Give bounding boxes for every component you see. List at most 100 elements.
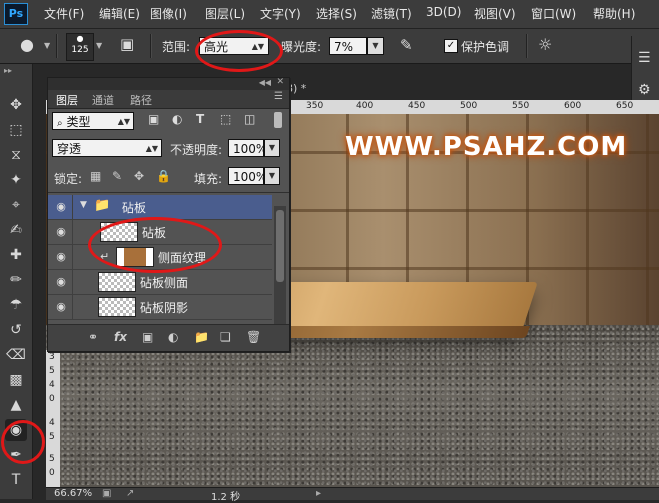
layer-name: 砧板 [142, 226, 167, 240]
menu-filter[interactable]: 滤镜(T) [371, 5, 412, 22]
eye-icon[interactable]: ◉ [53, 299, 69, 315]
protect-tones-checkbox[interactable]: ✓ [444, 39, 458, 53]
dodge-tool-icon[interactable]: ◉ [5, 419, 27, 441]
move-tool-icon[interactable]: ✥ [5, 94, 27, 116]
new-group-icon[interactable]: 📁 [194, 330, 209, 344]
eraser-icon[interactable]: ⌫ [5, 344, 27, 366]
menu-image[interactable]: 图像(I) [150, 5, 187, 22]
status-export-icon[interactable]: ↗ [126, 488, 134, 499]
menu-window[interactable]: 窗口(W) [531, 5, 576, 22]
ruler-tick: 4 [49, 418, 55, 428]
layer-row[interactable]: ◉ 砧板 [48, 220, 272, 245]
blur-tool-icon[interactable]: ▲ [5, 394, 27, 416]
lock-all-icon[interactable]: 🔒 [156, 169, 171, 183]
fill-label: 填充: [194, 172, 223, 186]
menu-view[interactable]: 视图(V) [474, 5, 516, 22]
menu-layer[interactable]: 图层(L) [205, 5, 245, 22]
exposure-slider-toggle[interactable]: ▼ [367, 37, 384, 55]
filter-shape-icon[interactable]: ⬚ [220, 112, 231, 126]
status-info-icon[interactable]: ▣ [102, 488, 111, 499]
lasso-tool-icon[interactable]: ⧖ [5, 144, 27, 166]
adjustment-layer-icon[interactable]: ◐ [168, 330, 178, 344]
expand-arrow-icon[interactable]: ▼ [80, 200, 87, 210]
ruler-tick: 400 [356, 101, 374, 111]
lock-image-icon[interactable]: ✎ [112, 169, 122, 183]
eye-icon[interactable]: ◉ [53, 249, 69, 265]
tab-channels[interactable]: 通道 [92, 92, 114, 108]
filter-type-icon[interactable]: T [196, 112, 204, 126]
panel-menu-icon[interactable]: ☰ [274, 91, 283, 102]
layer-filter-select[interactable]: ⌕ 类型 ▲▼ [52, 112, 134, 130]
delete-layer-icon[interactable]: 🗑 [246, 330, 261, 344]
filter-smart-object-icon[interactable]: ◫ [244, 112, 255, 126]
menu-type[interactable]: 文字(Y) [260, 5, 301, 22]
brush-panel-icon[interactable]: ▣ [120, 35, 134, 53]
status-menu-arrow-icon[interactable]: ▸ [316, 488, 321, 499]
dodge-tool-icon[interactable]: ● [20, 35, 34, 54]
scrollbar-thumb[interactable] [276, 210, 284, 282]
range-value: 高光 [204, 40, 229, 54]
layer-row[interactable]: ◉ 砧板阴影 [48, 295, 272, 320]
opacity-input[interactable]: 100% [228, 139, 267, 157]
fill-input[interactable]: 100% [228, 167, 267, 185]
menu-help[interactable]: 帮助(H) [593, 5, 635, 22]
filter-toggle[interactable] [274, 112, 282, 128]
exposure-input[interactable]: 7% [329, 37, 367, 55]
exposure-label: 曝光度: [281, 40, 322, 54]
menu-file[interactable]: 文件(F) [44, 5, 84, 22]
gradient-tool-icon[interactable]: ▩ [5, 369, 27, 391]
brush-settings-icon[interactable]: ☰ [638, 50, 651, 66]
brush-dropdown-arrow-icon[interactable]: ▼ [96, 41, 102, 50]
layer-row[interactable]: ◉ ↵ 侧面纹理 [48, 245, 272, 270]
panel-header[interactable]: ◀◀ ✕ [48, 77, 289, 90]
folder-icon: 📁 [94, 198, 111, 213]
opacity-slider-toggle[interactable]: ▼ [264, 139, 280, 157]
filter-adjustment-icon[interactable]: ◐ [172, 112, 182, 126]
blend-mode-select[interactable]: 穿透 ▲▼ [52, 139, 162, 157]
ruler-tick: 600 [564, 101, 582, 111]
tab-layers[interactable]: 图层 [56, 92, 78, 108]
ruler-tick: 3 [49, 352, 55, 362]
eye-icon[interactable]: ◉ [53, 274, 69, 290]
clone-source-icon[interactable]: ⚙ [638, 82, 651, 98]
eyedropper-icon[interactable]: ✍ [5, 219, 27, 241]
layer-row[interactable]: ◉ 砧板侧面 [48, 270, 272, 295]
type-tool-icon[interactable]: T [5, 469, 27, 491]
airbrush-icon[interactable]: ✎ [400, 36, 413, 54]
tab-paths[interactable]: 路径 [130, 92, 152, 108]
pen-tool-icon[interactable]: ✒ [5, 444, 27, 466]
new-layer-icon[interactable]: ❏ [220, 330, 231, 344]
layer-style-icon[interactable]: fx [114, 330, 127, 344]
marquee-tool-icon[interactable]: ⬚ [5, 119, 27, 141]
lock-transparent-icon[interactable]: ▦ [90, 169, 101, 183]
collapse-icon[interactable]: ◀◀ [259, 78, 271, 87]
ruler-vertical: 3 5 4 0 4 5 5 0 [46, 350, 60, 487]
layer-filter-value: 类型 [66, 115, 91, 129]
brush-tool-icon[interactable]: ✏ [5, 269, 27, 291]
eye-icon[interactable]: ◉ [53, 224, 69, 240]
tool-preset-arrow-icon[interactable]: ▼ [44, 41, 50, 50]
link-layers-icon[interactable]: ⚭ [88, 330, 98, 344]
range-select[interactable]: 高光 ▲▼ [199, 37, 269, 55]
brush-preset-picker[interactable]: ● 125 [66, 33, 94, 61]
layer-row-group[interactable]: ◉ ▼ 📁 砧板 [48, 195, 272, 220]
close-icon[interactable]: ✕ [276, 77, 284, 87]
lock-position-icon[interactable]: ✥ [134, 169, 144, 183]
layer-mask-icon[interactable]: ▣ [142, 330, 153, 344]
collapse-arrows-icon[interactable]: ▸▸ [4, 66, 12, 75]
clone-stamp-icon[interactable]: ☂ [5, 294, 27, 316]
pressure-size-icon[interactable]: ☼ [538, 35, 552, 54]
brush-size: 125 [71, 45, 89, 55]
crop-tool-icon[interactable]: ⌖ [5, 194, 27, 216]
menu-edit[interactable]: 编辑(E) [99, 5, 140, 22]
fill-slider-toggle[interactable]: ▼ [264, 167, 280, 185]
zoom-level[interactable]: 66.67% [54, 488, 92, 499]
menu-3d[interactable]: 3D(D) [426, 5, 461, 19]
filter-pixel-icon[interactable]: ▣ [148, 112, 159, 126]
healing-brush-icon[interactable]: ✚ [5, 244, 27, 266]
search-icon: ⌕ [57, 118, 63, 129]
menu-select[interactable]: 选择(S) [316, 5, 357, 22]
eye-icon[interactable]: ◉ [53, 199, 69, 215]
history-brush-icon[interactable]: ↺ [5, 319, 27, 341]
magic-wand-icon[interactable]: ✦ [5, 169, 27, 191]
